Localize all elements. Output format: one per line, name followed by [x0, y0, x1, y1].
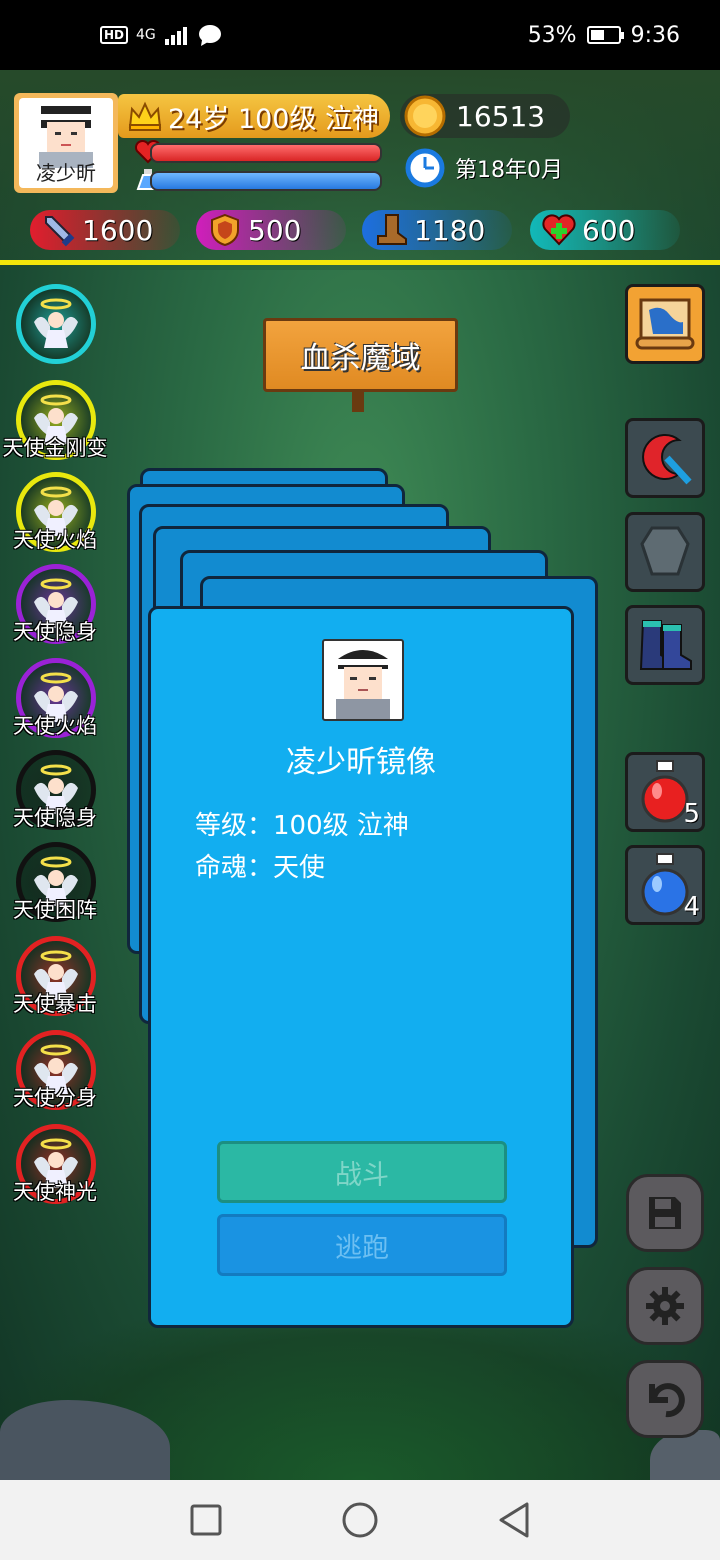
player-avatar-button[interactable]: 凌少昕 — [14, 93, 118, 193]
crown-icon — [128, 101, 162, 131]
red-potion-count: 5 — [683, 799, 700, 829]
enemy-level: 等级：100级 泣神 — [195, 811, 409, 841]
skill-slot[interactable] — [0, 284, 110, 374]
save-button[interactable] — [626, 1174, 704, 1252]
weapon-slot[interactable] — [625, 418, 705, 498]
skill-slot[interactable]: 天使隐身 — [0, 564, 110, 654]
boots-icon — [639, 620, 692, 670]
gold-counter: 16513 — [400, 94, 570, 138]
system-nav-bar — [0, 1480, 720, 1560]
heart-plus-icon — [542, 214, 576, 246]
skill-label: 天使分身 — [13, 1086, 97, 1110]
sign-post — [352, 392, 364, 412]
player-name: 凌少昕 — [36, 161, 96, 185]
red-potion-slot[interactable]: 5 — [625, 752, 705, 832]
clock-icon — [405, 148, 445, 188]
boot-icon — [377, 214, 407, 245]
armor-slot[interactable] — [625, 512, 705, 592]
skill-label: 天使困阵 — [13, 898, 97, 922]
heal-stat: 600 — [530, 210, 680, 250]
shield-icon — [211, 213, 239, 247]
hd-indicator: HD — [100, 26, 129, 44]
skill-label: 天使神光 — [13, 1180, 97, 1204]
clock: 9:36 — [630, 22, 680, 48]
enemy-soul: 命魂：天使 — [195, 853, 326, 883]
boots-slot[interactable] — [625, 605, 705, 685]
speed-value: 1180 — [414, 213, 486, 247]
defense-value: 500 — [248, 213, 302, 247]
gold-amount: 16513 — [456, 99, 546, 133]
level-text: 24岁 100级 泣神 — [168, 103, 380, 135]
skill-slot[interactable]: 天使火焰 — [0, 658, 110, 748]
network-type: 4G — [136, 27, 156, 43]
skill-label: 天使暴击 — [13, 992, 97, 1016]
skill-slot[interactable]: 天使暴击 — [0, 936, 110, 1026]
settings-button[interactable] — [626, 1267, 704, 1345]
enemy-name: 凌少昕镜像 — [286, 745, 436, 780]
enemy-face-icon — [336, 650, 390, 719]
location-name: 血杀魔域 — [300, 341, 421, 376]
flee-button[interactable]: 逃跑 — [217, 1214, 507, 1276]
enemy-portrait — [322, 639, 404, 721]
skill-slot[interactable]: 天使困阵 — [0, 842, 110, 932]
empty-shield-icon — [640, 526, 690, 576]
skill-label: 天使隐身 — [13, 806, 97, 830]
skill-label: 天使隐身 — [13, 620, 97, 644]
return-arrow-icon — [649, 1383, 685, 1418]
blue-potion-slot[interactable]: 4 — [625, 845, 705, 925]
map-button[interactable] — [625, 284, 705, 364]
skill-label: 天使火焰 — [13, 714, 97, 738]
location-sign: 血杀魔域 — [263, 318, 458, 392]
home-icon[interactable] — [341, 1501, 379, 1539]
fight-button[interactable]: 战斗 — [217, 1141, 507, 1203]
skill-slot[interactable]: 天使神光 — [0, 1124, 110, 1214]
sword-icon — [45, 216, 75, 247]
header-divider — [0, 260, 720, 265]
game-time: 第18年0月 — [405, 146, 563, 190]
mp-bar — [150, 171, 382, 191]
skill-slot[interactable]: 天使金刚变 — [0, 380, 110, 470]
angel-skill-icon — [16, 284, 96, 364]
skill-slot[interactable]: 天使火焰 — [0, 472, 110, 562]
skill-label: 天使金刚变 — [2, 436, 108, 460]
speed-stat: 1180 — [362, 210, 512, 250]
avatar: 凌少昕 — [19, 98, 113, 188]
level-banner: 24岁 100级 泣神 — [118, 94, 390, 138]
battery-percent: 53% — [527, 22, 577, 48]
attack-stat: 1600 — [30, 210, 180, 250]
status-bar: HD 4G 53% 9:36 — [0, 0, 720, 70]
gear-icon — [646, 1287, 684, 1325]
attack-value: 1600 — [82, 213, 154, 247]
skill-label: 天使火焰 — [13, 528, 97, 552]
game-time-text: 第18年0月 — [455, 158, 563, 183]
message-icon — [198, 25, 221, 46]
map-scroll-icon — [635, 298, 695, 350]
blue-potion-count: 4 — [683, 892, 700, 922]
defense-stat: 500 — [196, 210, 346, 250]
save-icon — [649, 1197, 681, 1229]
back-button[interactable] — [626, 1360, 704, 1438]
encounter-card: 凌少昕镜像 等级：100级 泣神 命魂：天使 战斗 逃跑 — [148, 606, 574, 1328]
gold-coin-icon — [404, 95, 446, 137]
sickle-icon — [642, 434, 692, 485]
skill-slot[interactable]: 天使分身 — [0, 1030, 110, 1120]
signal-icon — [164, 27, 187, 45]
hp-bar — [150, 143, 382, 163]
back-nav-icon[interactable] — [497, 1501, 531, 1539]
heal-value: 600 — [582, 213, 636, 247]
game-scene: 凌少昕 24岁 100级 泣神 16513 第18年0月 1600 500 11… — [0, 70, 720, 1480]
battery-icon — [586, 26, 624, 44]
skill-slot[interactable]: 天使隐身 — [0, 750, 110, 840]
recents-icon[interactable] — [189, 1503, 223, 1537]
